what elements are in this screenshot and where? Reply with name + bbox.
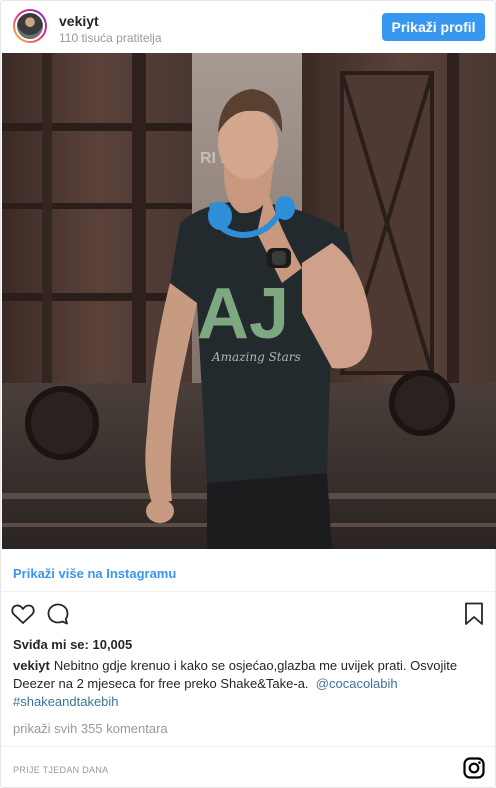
header-username[interactable]: vekiyt bbox=[59, 13, 99, 29]
post-photo[interactable]: RI BH AJ Am bbox=[2, 53, 496, 549]
view-more-on-instagram-link[interactable]: Prikaži više na Instagramu bbox=[13, 566, 176, 581]
avatar[interactable] bbox=[13, 9, 47, 43]
divider bbox=[2, 591, 496, 592]
post-timestamp[interactable]: PRIJE TJEDAN DANA bbox=[13, 765, 108, 775]
caption-mention[interactable]: @cocacolabih bbox=[316, 676, 398, 691]
instagram-embed-card: vekiyt 110 tisuća pratitelja Prikaži pro… bbox=[0, 0, 496, 788]
caption-username[interactable]: vekiyt bbox=[13, 658, 50, 673]
follower-count: 110 tisuća pratitelja bbox=[59, 31, 162, 45]
comment-icon[interactable] bbox=[46, 602, 70, 626]
divider bbox=[2, 746, 496, 747]
view-profile-button[interactable]: Prikaži profil bbox=[382, 13, 485, 41]
likes-count[interactable]: Sviđa mi se: 10,005 bbox=[13, 637, 132, 652]
post-header: vekiyt 110 tisuća pratitelja Prikaži pro… bbox=[1, 1, 495, 53]
heart-icon[interactable] bbox=[11, 603, 35, 625]
post-image: RI BH AJ Am bbox=[2, 53, 496, 549]
instagram-icon[interactable] bbox=[463, 757, 485, 779]
view-all-comments-link[interactable]: prikaži svih 355 komentara bbox=[13, 721, 168, 736]
post-caption: vekiyt Nebitno gdje krenuo i kako se osje… bbox=[13, 657, 485, 711]
caption-hashtag[interactable]: #shakeandtakebih bbox=[13, 694, 119, 709]
bookmark-icon[interactable] bbox=[464, 602, 484, 626]
shirt-script: Amazing Stars bbox=[211, 350, 301, 364]
avatar-photo bbox=[15, 11, 45, 41]
shirt-print: AJ bbox=[197, 274, 289, 354]
